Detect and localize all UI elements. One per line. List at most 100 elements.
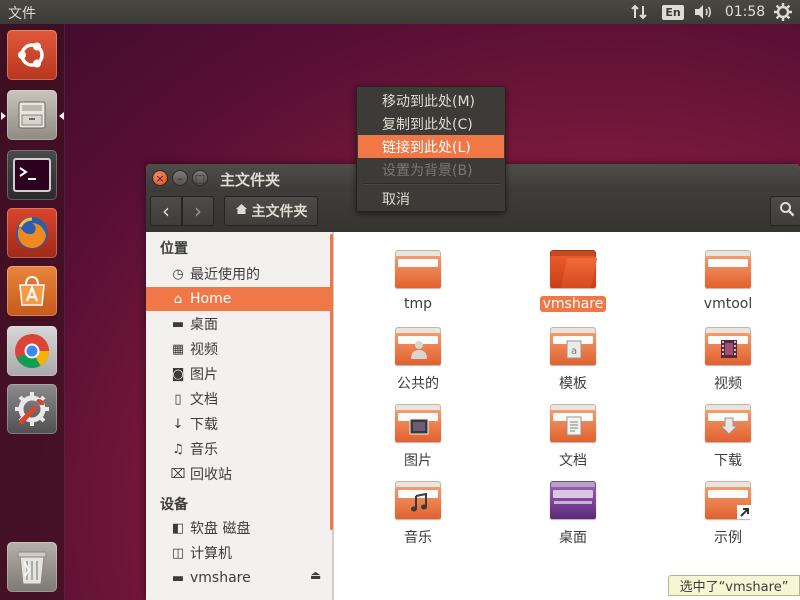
file-name: 音乐 <box>404 530 432 546</box>
file-item[interactable]: 音乐 <box>358 471 478 547</box>
sidebar-item[interactable]: ◷ 最近使用的 <box>146 262 330 286</box>
folder-icon <box>395 481 441 519</box>
music-icon: ♫ <box>172 441 184 457</box>
chevron-left-icon: ‹ <box>162 199 170 223</box>
folder-icon <box>705 250 751 288</box>
file-name: vmtool <box>703 296 753 312</box>
places-heading: 位置 <box>160 241 188 257</box>
context-menu-item: 设置为背景(B) <box>382 162 473 179</box>
sidebar-item-label: vmshare <box>190 570 251 586</box>
search-button[interactable] <box>770 196 800 226</box>
menu-separator <box>363 183 499 185</box>
context-menu-item[interactable]: 移动到此处(M) <box>358 89 504 112</box>
software-center-icon[interactable] <box>7 266 57 316</box>
maximize-icon: □ <box>194 171 206 185</box>
folder-icon <box>395 327 441 365</box>
desktop-folder-icon: ▬ <box>171 316 185 332</box>
file-label: tmp <box>358 296 478 312</box>
download-icon: ↓ <box>172 416 184 432</box>
file-item[interactable]: vmtool <box>668 240 788 316</box>
sidebar-item[interactable]: ◧ 软盘 磁盘 <box>146 516 330 540</box>
forward-button[interactable]: › <box>182 196 214 226</box>
file-item[interactable]: vmshare <box>513 240 633 316</box>
file-item[interactable]: 文档 <box>513 394 633 470</box>
top-panel: 文件 En 01:58 <box>0 0 800 24</box>
file-name: 文档 <box>559 453 587 469</box>
file-label: 视频 <box>668 373 788 393</box>
file-name: 模板 <box>559 376 587 392</box>
file-item[interactable]: 桌面 <box>513 471 633 547</box>
minimize-icon: – <box>177 171 183 185</box>
home-icon <box>235 203 248 219</box>
file-label: 音乐 <box>358 527 478 547</box>
close-button[interactable]: × <box>152 170 168 186</box>
sidebar: 位置 设备 ◷ 最近使用的 ⌂ Home ▬ 桌面 ▦ 视频 ◙ 图片 ▯ 文档 ↓ 下载 ♫ 音乐 ⌧ 回收站 ◧… <box>146 232 332 600</box>
sidebar-item-label: Home <box>190 291 232 307</box>
maximize-button[interactable]: □ <box>192 170 208 186</box>
files-icon[interactable] <box>7 90 57 140</box>
volume-icon[interactable] <box>692 2 716 22</box>
sidebar-item[interactable]: ⌧ 回收站 <box>146 462 330 486</box>
trash-icon[interactable] <box>7 542 57 592</box>
folder-icon <box>705 327 751 365</box>
system-settings-icon[interactable] <box>7 384 57 434</box>
file-grid: tmp vmshare vmtool 公共的 a 模板 视频图片 文档 下载音乐 桌面 示例 <box>334 232 800 600</box>
network-updown-icon[interactable] <box>628 2 650 22</box>
firefox-icon[interactable] <box>7 208 57 258</box>
download-emblem-icon <box>719 416 739 436</box>
context-menu-item[interactable]: 复制到此处(C) <box>358 112 504 135</box>
folder-icon <box>395 404 441 442</box>
file-item[interactable]: 下载 <box>668 394 788 470</box>
file-label: 示例 <box>668 527 788 547</box>
sidebar-item[interactable]: ▬ vmshare <box>146 566 330 590</box>
sidebar-item[interactable]: ▯ 文档 <box>146 387 330 411</box>
file-name: 下载 <box>714 453 742 469</box>
keyboard-layout-indicator[interactable]: En <box>660 2 686 22</box>
file-item[interactable]: tmp <box>358 240 478 316</box>
file-item[interactable]: 视频 <box>668 317 788 393</box>
link-emblem-icon <box>733 501 753 521</box>
file-name: 桌面 <box>559 530 587 546</box>
sidebar-item-label: 下载 <box>190 417 218 433</box>
home-icon: ⌂ <box>173 291 183 307</box>
clock[interactable]: 01:58 <box>724 2 766 22</box>
ubuntu-dash-icon[interactable] <box>7 30 57 80</box>
file-item[interactable]: a 模板 <box>513 317 633 393</box>
sidebar-item[interactable]: ▬ 桌面 <box>146 312 330 336</box>
sidebar-item-label: 计算机 <box>190 546 232 562</box>
sidebar-item[interactable]: ▦ 视频 <box>146 337 330 361</box>
context-menu-item[interactable]: 取消 <box>358 187 504 210</box>
camera-icon: ◙ <box>171 366 185 382</box>
sidebar-scrollbar[interactable] <box>330 234 333 530</box>
file-item[interactable]: 图片 <box>358 394 478 470</box>
terminal-icon[interactable] <box>7 150 57 200</box>
file-item[interactable]: 示例 <box>668 471 788 547</box>
sidebar-item[interactable]: ◫ 计算机 <box>146 541 330 565</box>
context-menu-item[interactable]: 链接到此处(L) <box>358 135 504 158</box>
app-menu-title[interactable]: 文件 <box>8 3 36 23</box>
sidebar-item[interactable]: ♫ 音乐 <box>146 437 330 461</box>
chrome-icon[interactable] <box>7 326 57 376</box>
folder-icon <box>550 481 596 519</box>
file-name: 公共的 <box>397 376 439 392</box>
sidebar-item[interactable]: ↓ 下载 <box>146 412 330 436</box>
sidebar-item[interactable]: ◙ 图片 <box>146 362 330 386</box>
drive-icon: ▬ <box>171 570 185 586</box>
minimize-button[interactable]: – <box>172 170 188 186</box>
status-text: 选中了“vmshare” <box>679 580 789 595</box>
eject-icon[interactable]: ⏏ <box>310 568 321 582</box>
back-button[interactable]: ‹ <box>150 196 182 226</box>
gear-icon[interactable] <box>772 2 794 22</box>
breadcrumb-home[interactable]: 主文件夹 <box>224 196 318 226</box>
file-manager-window: × – □ 主文件夹 ‹ › 主文件夹 位置 设备 ◷ 最近使用的 ⌂ Home ▬ 桌面… <box>146 164 800 600</box>
sidebar-item-label: 回收站 <box>190 467 232 483</box>
folder-icon <box>550 404 596 442</box>
file-label: 图片 <box>358 450 478 470</box>
picture-emblem-icon <box>409 416 429 436</box>
file-item[interactable]: 公共的 <box>358 317 478 393</box>
close-icon: × <box>155 171 165 185</box>
folder-icon <box>705 404 751 442</box>
sidebar-item[interactable]: ⌂ Home <box>146 287 330 311</box>
sidebar-item-label: 音乐 <box>190 442 218 458</box>
devices-heading: 设备 <box>160 497 188 513</box>
